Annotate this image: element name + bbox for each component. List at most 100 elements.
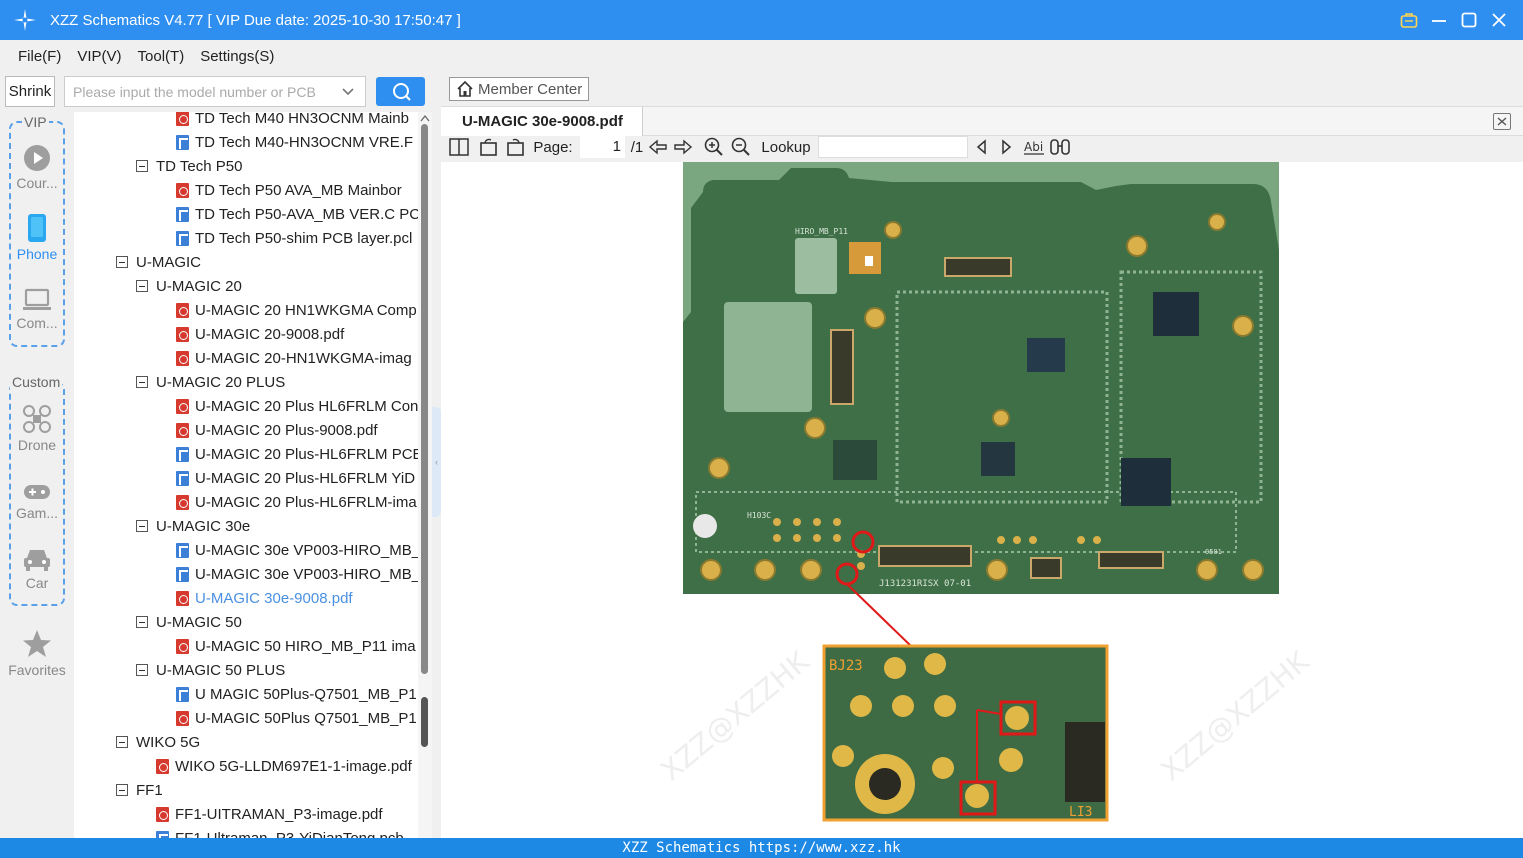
- tree-folder[interactable]: U-MAGIC: [116, 250, 201, 274]
- nav-item-car[interactable]: Car: [0, 546, 74, 591]
- scroll-up-icon[interactable]: [420, 114, 430, 122]
- panel-splitter[interactable]: ‹: [432, 72, 441, 838]
- maximize-button[interactable]: [1459, 8, 1479, 32]
- tree-file[interactable]: TD Tech M40 HN3OCNM Mainb: [176, 112, 409, 130]
- menu-settings[interactable]: Settings(S): [200, 48, 274, 65]
- menu-file[interactable]: File(F): [18, 48, 61, 65]
- collapse-panel-handle[interactable]: ‹: [432, 407, 441, 517]
- collapse-toggle-icon[interactable]: [116, 784, 128, 796]
- connector-left: [830, 329, 854, 405]
- tree-file[interactable]: U-MAGIC 50Plus Q7501_MB_P1: [176, 706, 417, 730]
- lookup-label: Lookup: [761, 138, 811, 156]
- tree-file[interactable]: U MAGIC 50Plus-Q7501_MB_P1: [176, 682, 417, 706]
- tree-folder[interactable]: U-MAGIC 30e: [136, 514, 250, 538]
- tree-file[interactable]: U-MAGIC 20 Plus-HL6FRLM PCE: [176, 442, 418, 466]
- lookup-input[interactable]: [818, 136, 968, 158]
- tree-item-label: U-MAGIC 20 Plus-HL6FRLM YiD: [195, 469, 416, 487]
- nav-item-game[interactable]: Gam...: [0, 482, 74, 521]
- zoom-out-icon[interactable]: [731, 136, 751, 158]
- tab-current-document[interactable]: U-MAGIC 30e-9008.pdf: [441, 107, 643, 136]
- pcb-file-icon: [176, 206, 189, 222]
- page-number-input[interactable]: 1: [580, 136, 625, 158]
- tree-file[interactable]: FF1-UITRAMAN_P3-image.pdf: [156, 802, 383, 826]
- tree-file[interactable]: U-MAGIC 30e VP003-HIRO_MB_: [176, 562, 418, 586]
- collapse-toggle-icon[interactable]: [136, 664, 148, 676]
- menu-vip[interactable]: VIP(V): [77, 48, 121, 65]
- pdf-file-icon: [176, 112, 189, 126]
- collapse-toggle-icon[interactable]: [116, 256, 128, 268]
- tree-item-label: U-MAGIC 20 PLUS: [156, 373, 286, 391]
- nav-item-phone[interactable]: Phone: [0, 213, 74, 262]
- scrollbar-thumb[interactable]: [421, 124, 428, 674]
- collapse-toggle-icon[interactable]: [136, 616, 148, 628]
- find-next-icon[interactable]: [999, 136, 1015, 158]
- nav-item-computer[interactable]: Com...: [0, 288, 74, 331]
- tree-file[interactable]: U-MAGIC 20 Plus-HL6FRLM-ima: [176, 490, 417, 514]
- menu-tool[interactable]: Tool(T): [138, 48, 185, 65]
- split-view-icon[interactable]: [449, 136, 469, 158]
- tree-folder[interactable]: U-MAGIC 20 PLUS: [136, 370, 285, 394]
- tree-folder[interactable]: WIKO 5G: [116, 730, 200, 754]
- tree-folder[interactable]: U-MAGIC 50: [136, 610, 242, 634]
- tree-file[interactable]: TD Tech P50-AVA_MB VER.C PC: [176, 202, 418, 226]
- nav-item-drone[interactable]: Drone: [0, 404, 74, 453]
- nav-item-courses[interactable]: Cour...: [0, 144, 74, 191]
- rotate-right-icon[interactable]: [505, 136, 525, 158]
- member-center-button[interactable]: Member Center: [449, 77, 589, 101]
- collapse-toggle-icon[interactable]: [116, 736, 128, 748]
- tree-folder[interactable]: TD Tech P50: [136, 154, 242, 178]
- tree-file[interactable]: U-MAGIC 20 Plus-9008.pdf: [176, 418, 378, 442]
- pdf-page: HIRO_MB_P11 J131231RISX 07-01 H103C 0501: [654, 162, 1316, 838]
- tree-file[interactable]: TD Tech M40-HN3OCNM VRE.F: [176, 130, 413, 154]
- close-button[interactable]: [1489, 8, 1509, 32]
- tree-scrollbar[interactable]: [418, 112, 432, 838]
- next-page-icon[interactable]: [672, 136, 694, 158]
- status-bar: XZZ Schematics https://www.xzz.hk: [0, 838, 1523, 858]
- tree-file[interactable]: TD Tech P50 AVA_MB Mainbor: [176, 178, 402, 202]
- minimize-button[interactable]: [1429, 8, 1449, 32]
- tree-folder[interactable]: U-MAGIC 50 PLUS: [136, 658, 285, 682]
- tree-file[interactable]: U-MAGIC 20 Plus-HL6FRLM YiD: [176, 466, 415, 490]
- tree-file[interactable]: U-MAGIC 30e-9008.pdf: [176, 586, 353, 610]
- app-logo-icon: [14, 9, 36, 31]
- close-all-tabs-icon[interactable]: [1493, 113, 1511, 130]
- tree-file[interactable]: FF1-Ultraman_P3-YiDianTong.pcb: [156, 826, 404, 838]
- find-previous-icon[interactable]: [973, 136, 989, 158]
- chevron-down-icon[interactable]: [341, 83, 355, 101]
- tree-file[interactable]: U-MAGIC 20 Plus HL6FRLM Con: [176, 394, 418, 418]
- collapse-toggle-icon[interactable]: [136, 520, 148, 532]
- match-case-icon[interactable]: Abi: [1023, 136, 1045, 158]
- scrollbar-thumb-secondary[interactable]: [421, 697, 428, 747]
- tree-file[interactable]: U-MAGIC 50 HIRO_MB_P11 ima: [176, 634, 416, 658]
- tree-folder[interactable]: U-MAGIC 20: [136, 274, 242, 298]
- zoom-in-icon[interactable]: [704, 136, 724, 158]
- pdf-toolbar: Page: 1 /1 Lookup Abi: [441, 136, 1523, 160]
- tree-folder[interactable]: FF1: [116, 778, 163, 802]
- tree-file[interactable]: U-MAGIC 30e VP003-HIRO_MB_: [176, 538, 418, 562]
- cpu-chip: [1153, 292, 1199, 336]
- vip-bag-icon[interactable]: [1399, 8, 1419, 32]
- collapse-toggle-icon[interactable]: [136, 376, 148, 388]
- binoculars-icon[interactable]: [1049, 136, 1071, 158]
- shrink-button[interactable]: Shrink: [5, 76, 55, 107]
- connector-top: [944, 257, 1012, 277]
- tree-file[interactable]: WIKO 5G-LLDM697E1-1-image.pdf: [156, 754, 412, 778]
- previous-page-icon[interactable]: [647, 136, 669, 158]
- pcb-file-icon: [176, 230, 189, 246]
- rotate-left-icon[interactable]: [479, 136, 499, 158]
- tree-file[interactable]: U-MAGIC 20 HN1WKGMA Comp: [176, 298, 417, 322]
- search-input[interactable]: Please input the model number or PCB: [64, 76, 366, 107]
- pdf-viewer[interactable]: HIRO_MB_P11 J131231RISX 07-01 H103C 0501: [441, 162, 1523, 838]
- nav-item-favorites[interactable]: Favorites: [0, 629, 74, 678]
- collapse-toggle-icon[interactable]: [136, 160, 148, 172]
- search-button[interactable]: [376, 77, 425, 106]
- tree-file[interactable]: TD Tech P50-shim PCB layer.pcl: [176, 226, 412, 250]
- collapse-toggle-icon[interactable]: [136, 280, 148, 292]
- zoom-silk-text: BJ23: [829, 658, 863, 674]
- tree-item-label: U-MAGIC 50Plus Q7501_MB_P1: [195, 709, 417, 727]
- tree-item-label: WIKO 5G-LLDM697E1-1-image.pdf: [175, 757, 412, 775]
- tree-file[interactable]: U-MAGIC 20-HN1WKGMA-imag: [176, 346, 412, 370]
- pcb-file-icon: [176, 470, 189, 486]
- tree-file[interactable]: U-MAGIC 20-9008.pdf: [176, 322, 344, 346]
- laptop-icon: [23, 288, 51, 310]
